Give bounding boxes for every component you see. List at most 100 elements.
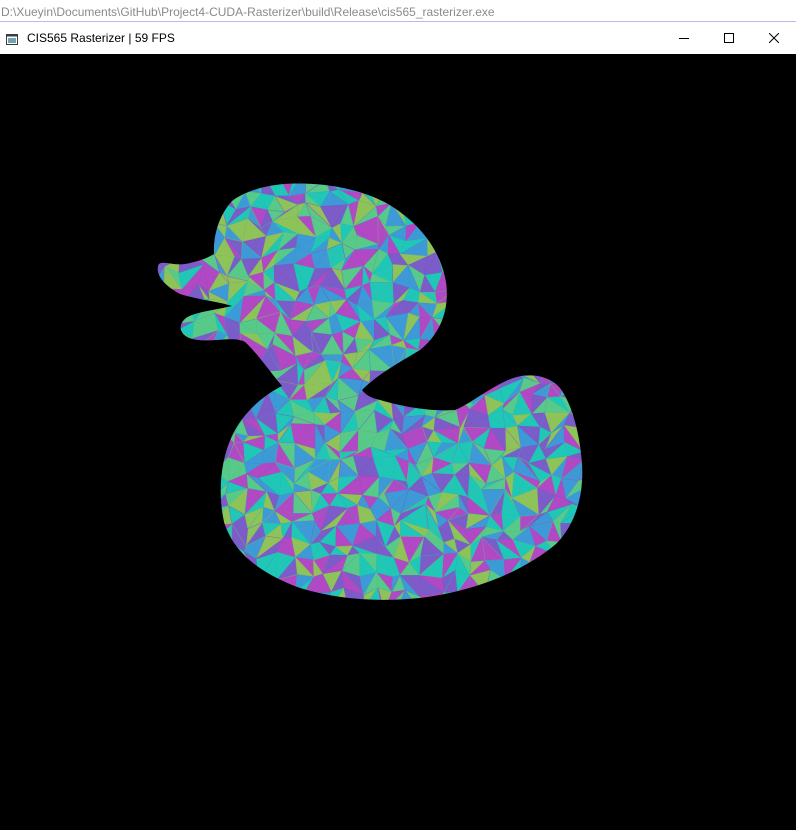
maximize-button[interactable] <box>706 22 751 54</box>
mesh-triangle <box>202 541 216 557</box>
mesh-triangle <box>549 359 565 385</box>
mesh-triangle <box>562 576 583 594</box>
mesh-triangle <box>160 557 187 571</box>
mesh-triangle <box>303 593 330 600</box>
mesh-triangle <box>212 381 231 396</box>
mesh-triangle <box>216 410 227 427</box>
mesh-triangle <box>560 355 582 365</box>
mesh-triangle <box>580 235 583 262</box>
mesh-triangle <box>198 345 213 361</box>
mesh-triangle <box>563 222 583 245</box>
mesh-triangle <box>516 232 533 257</box>
mesh-triangle <box>464 267 491 282</box>
close-button[interactable] <box>751 22 796 54</box>
mesh-triangle <box>517 183 539 188</box>
mesh-triangle <box>563 183 581 190</box>
mesh-triangle <box>157 569 170 592</box>
mesh-triangle <box>579 537 583 553</box>
console-path-text: D:\Xueyin\Documents\GitHub\Project4-CUDA… <box>1 5 495 19</box>
mesh-triangle <box>569 200 583 224</box>
render-viewport[interactable] <box>0 54 796 830</box>
mesh-triangle <box>157 431 168 452</box>
mesh-triangle <box>157 396 161 419</box>
mesh-triangle <box>580 200 583 229</box>
mesh-triangle <box>562 235 583 250</box>
mesh-triangle <box>191 188 221 212</box>
mesh-triangle <box>464 183 483 190</box>
mesh-triangle <box>165 429 177 450</box>
mesh-triangle <box>483 188 501 213</box>
mesh-triangle <box>157 588 161 600</box>
mesh-triangle <box>553 224 569 245</box>
mesh-triangle <box>159 569 188 592</box>
mesh-triangle <box>500 265 524 286</box>
mesh-triangle <box>465 348 488 370</box>
mesh-triangle <box>483 313 500 333</box>
mesh-triangle <box>409 186 422 213</box>
mesh-triangle <box>583 452 597 467</box>
mesh-triangle <box>434 340 449 348</box>
mesh-triangle <box>499 266 523 287</box>
mesh-triangle <box>560 243 583 250</box>
mesh-triangle <box>517 334 531 349</box>
mesh-triangle <box>495 348 519 365</box>
mesh-triangle <box>531 282 552 309</box>
mesh-triangle <box>157 296 167 317</box>
mesh-triangle <box>553 206 571 228</box>
mesh-triangle <box>210 183 226 192</box>
mesh-triangle <box>386 183 411 204</box>
mesh-triangle <box>436 242 449 253</box>
mesh-triangle <box>578 478 583 495</box>
mesh-triangle <box>454 288 469 308</box>
mesh-triangle <box>157 396 162 419</box>
mesh-triangle <box>539 206 555 225</box>
mesh-triangle <box>484 221 506 243</box>
mesh-triangle <box>213 542 236 557</box>
mesh-triangle <box>561 336 577 356</box>
mesh-triangle <box>225 183 246 192</box>
mesh-triangle <box>544 248 571 272</box>
mesh-triangle <box>176 512 197 531</box>
mesh-triangle <box>584 249 604 273</box>
mesh-triangle <box>157 510 167 525</box>
mesh-triangle <box>484 240 500 255</box>
mesh-triangle <box>529 331 555 349</box>
mesh-triangle <box>455 247 465 273</box>
mesh-triangle <box>157 203 168 225</box>
mesh-triangle <box>517 186 541 210</box>
title-bar[interactable]: CIS565 Rasterizer | 59 FPS <box>0 22 796 54</box>
app-window-icon[interactable] <box>6 32 18 45</box>
mesh-triangle <box>196 375 213 398</box>
mesh-triangle <box>560 592 583 600</box>
mesh-triangle <box>426 227 437 244</box>
mesh-triangle <box>294 591 310 600</box>
mesh-triangle <box>580 234 583 261</box>
mesh-triangle <box>562 552 583 578</box>
mesh-triangle <box>579 505 583 524</box>
mesh-triangle <box>529 270 552 287</box>
mesh-triangle <box>529 315 551 337</box>
mesh-triangle <box>447 242 467 249</box>
mesh-triangle <box>577 378 583 402</box>
mesh-triangle <box>195 463 214 485</box>
mesh-triangle <box>258 579 285 591</box>
mesh-triangle <box>580 363 583 384</box>
mesh-triangle <box>561 359 583 384</box>
mesh-triangle <box>495 331 526 351</box>
mesh-triangle <box>185 362 205 379</box>
mesh-triangle <box>162 355 187 369</box>
mesh-triangle <box>362 183 371 193</box>
mesh-triangle <box>435 183 449 185</box>
mesh-triangle <box>225 394 244 420</box>
minimize-button[interactable] <box>661 22 706 54</box>
mesh-triangle <box>157 183 164 197</box>
mesh-triangle <box>569 400 583 414</box>
mesh-triangle <box>585 552 602 576</box>
mesh-triangle <box>468 315 485 336</box>
mesh-triangle <box>196 395 214 409</box>
mesh-triangle <box>202 424 218 448</box>
mesh-triangle <box>584 585 598 610</box>
mesh-triangle <box>456 272 469 290</box>
mesh-triangle <box>463 272 490 290</box>
mesh-triangle <box>185 345 205 363</box>
